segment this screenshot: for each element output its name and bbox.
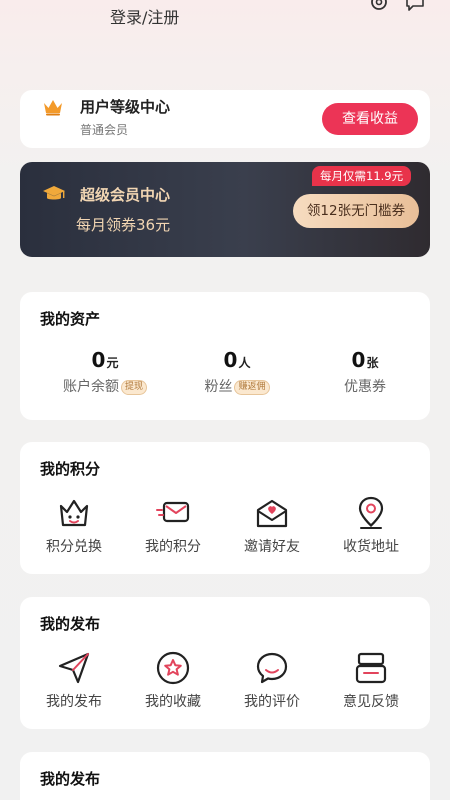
- my-points-label: 我的积分: [145, 539, 201, 555]
- shipping-address-label: 收货地址: [343, 539, 399, 555]
- points-exchange-label: 积分兑换: [46, 539, 102, 555]
- user-level-card[interactable]: 用户等级中心 普通会员 查看收益: [20, 90, 430, 148]
- my-assets-card: 我的资产 0元 账户余额 提现 0人 粉丝 赚返佣 0张 优惠券: [20, 292, 430, 420]
- my-reviews-label: 我的评价: [244, 694, 300, 710]
- balance-value: 0: [91, 348, 106, 372]
- fans-unit: 人: [238, 356, 251, 370]
- feedback-label: 意见反馈: [343, 694, 399, 710]
- publish2-section-title: 我的发布: [40, 770, 101, 788]
- feedback-item[interactable]: 意见反馈: [321, 649, 421, 711]
- star-circle-icon: [156, 651, 190, 685]
- shipping-address-item[interactable]: 收货地址: [321, 494, 421, 556]
- balance-item[interactable]: 0元 账户余额 提现: [40, 348, 170, 396]
- balance-label: 账户余额: [62, 379, 119, 395]
- login-register-link[interactable]: 登录/注册: [110, 4, 179, 28]
- feedback-box-icon: [355, 652, 387, 684]
- invite-friends-label: 邀请好友: [244, 539, 300, 555]
- my-points-card: 我的积分 积分兑换 我的积分 邀请好友 收货地址: [20, 442, 430, 574]
- chat-bubble-icon: [256, 652, 288, 684]
- envelope-fast-icon: [156, 501, 190, 523]
- coupons-label: 优惠券: [344, 379, 386, 395]
- settings-icon[interactable]: [368, 0, 390, 12]
- my-reviews-item[interactable]: 我的评价: [222, 649, 322, 711]
- my-points-item[interactable]: 我的积分: [123, 494, 223, 556]
- crown-icon: [44, 100, 62, 116]
- my-publish-card-2: 我的发布: [20, 752, 430, 800]
- level-center-title: 用户等级中心: [80, 98, 171, 116]
- fans-item[interactable]: 0人 粉丝 赚返佣: [172, 348, 302, 396]
- vip-monthly-coupon-text: 每月领券36元: [76, 216, 171, 234]
- monthly-price-tag: 每月仅需11.9元: [312, 166, 412, 186]
- my-posts-item[interactable]: 我的发布: [24, 649, 124, 711]
- invite-friends-item[interactable]: 邀请好友: [222, 494, 322, 556]
- my-favorites-item[interactable]: 我的收藏: [123, 649, 223, 711]
- coupons-unit: 张: [366, 356, 379, 370]
- publish-section-title: 我的发布: [40, 615, 101, 633]
- paper-plane-icon: [58, 652, 90, 684]
- super-vip-card[interactable]: 超级会员中心 每月领券36元 每月仅需11.9元 领12张无门槛券: [20, 162, 430, 257]
- coupons-value: 0: [351, 348, 366, 372]
- points-exchange-item[interactable]: 积分兑换: [24, 494, 124, 556]
- points-section-title: 我的积分: [40, 460, 101, 478]
- assets-section-title: 我的资产: [40, 310, 101, 328]
- location-pin-icon: [358, 496, 384, 529]
- graduation-cap-icon: [43, 186, 65, 200]
- my-publish-card: 我的发布 我的发布 我的收藏 我的评价 意见反馈: [20, 597, 430, 729]
- withdraw-badge[interactable]: 提现: [120, 380, 147, 395]
- fans-value: 0: [223, 348, 238, 372]
- top-bar: 登录/注册: [0, 0, 450, 40]
- crown-face-icon: [59, 499, 89, 527]
- fans-label: 粉丝: [204, 379, 233, 395]
- member-level-label: 普通会员: [80, 123, 129, 137]
- my-favorites-label: 我的收藏: [145, 694, 201, 710]
- coupons-item[interactable]: 0张 优惠券: [300, 348, 430, 396]
- my-posts-label: 我的发布: [46, 694, 102, 710]
- view-earnings-button[interactable]: 查看收益: [322, 103, 418, 135]
- balance-unit: 元: [106, 356, 119, 370]
- message-icon[interactable]: [404, 0, 426, 12]
- heart-letter-icon: [256, 499, 288, 528]
- vip-center-title: 超级会员中心: [80, 186, 171, 204]
- claim-coupons-button[interactable]: 领12张无门槛券: [293, 194, 419, 228]
- earn-commission-badge[interactable]: 赚返佣: [234, 380, 270, 395]
